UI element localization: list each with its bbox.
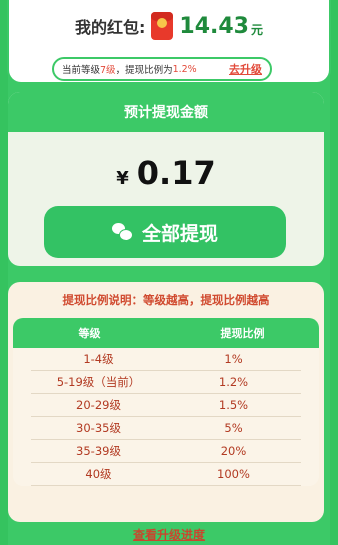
table-row: 40级 100% — [31, 463, 301, 486]
page-side-left — [0, 0, 8, 545]
row-level: 1-4级 — [83, 352, 114, 366]
row-ratio: 5% — [224, 421, 243, 435]
row-ratio: 1% — [224, 352, 243, 366]
balance-unit: 元 — [250, 22, 263, 37]
level-value: 7级 — [100, 65, 116, 76]
table-row: 1-4级 1% — [31, 348, 301, 371]
table-row: 30-35级 5% — [31, 417, 301, 440]
upgrade-link[interactable]: 去升级 — [229, 61, 262, 77]
level-prefix: 当前等级 — [62, 65, 101, 76]
row-ratio: 1.2% — [218, 375, 249, 389]
level-ratio: 1.2% — [172, 63, 197, 75]
withdraw-amount: ¥ 0.17 — [8, 154, 324, 192]
table-row: 20-29级 1.5% — [31, 394, 301, 417]
amount-value: 0.17 — [136, 154, 216, 192]
row-ratio: 1.5% — [218, 398, 249, 412]
withdraw-card: 预计提现金额 ¥ 0.17 全部提现 — [8, 92, 324, 266]
page-side-right — [330, 0, 338, 545]
view-progress-link[interactable]: 查看升级进度 — [0, 526, 338, 543]
table-row: 35-39级 20% — [31, 440, 301, 463]
header-ratio: 提现比例 — [220, 327, 265, 340]
ratio-table: 等级 提现比例 1-4级 1% 5-19级（当前） 1.2% 20-29级 1.… — [13, 318, 319, 486]
row-level: 35-39级 — [76, 444, 121, 458]
row-ratio: 100% — [217, 467, 250, 481]
ratio-info-card: 提现比例说明：等级越高，提现比例越高 等级 提现比例 1-4级 1% 5-19级… — [8, 282, 324, 522]
currency-symbol: ¥ — [116, 168, 129, 189]
withdraw-all-label: 全部提现 — [141, 223, 218, 245]
row-level: 30-35级 — [76, 421, 121, 435]
table-row: 5-19级（当前） 1.2% — [31, 371, 301, 394]
ratio-note: 提现比例说明：等级越高，提现比例越高 — [62, 293, 270, 307]
level-mid-text: ，提现比例为 — [115, 65, 173, 76]
row-level: 40级 — [85, 467, 112, 481]
balance-amount: 14.43 — [179, 13, 249, 39]
header-level: 等级 — [78, 327, 101, 340]
balance-label: 我的红包: — [74, 18, 146, 37]
withdraw-title: 预计提现金额 — [8, 92, 324, 132]
ratio-table-header: 等级 提现比例 — [13, 318, 319, 348]
red-packet-icon — [151, 12, 174, 40]
row-level: 20-29级 — [76, 398, 121, 412]
withdraw-all-button[interactable]: 全部提现 — [44, 206, 286, 258]
row-ratio: 20% — [220, 444, 247, 458]
balance-row: 我的红包: 14.43 元 — [9, 12, 329, 40]
level-info-pill: 当前等级 7级 ，提现比例为 1.2% 去升级 — [52, 57, 272, 81]
row-level: 5-19级（当前） — [56, 375, 141, 389]
wechat-icon — [111, 223, 133, 241]
